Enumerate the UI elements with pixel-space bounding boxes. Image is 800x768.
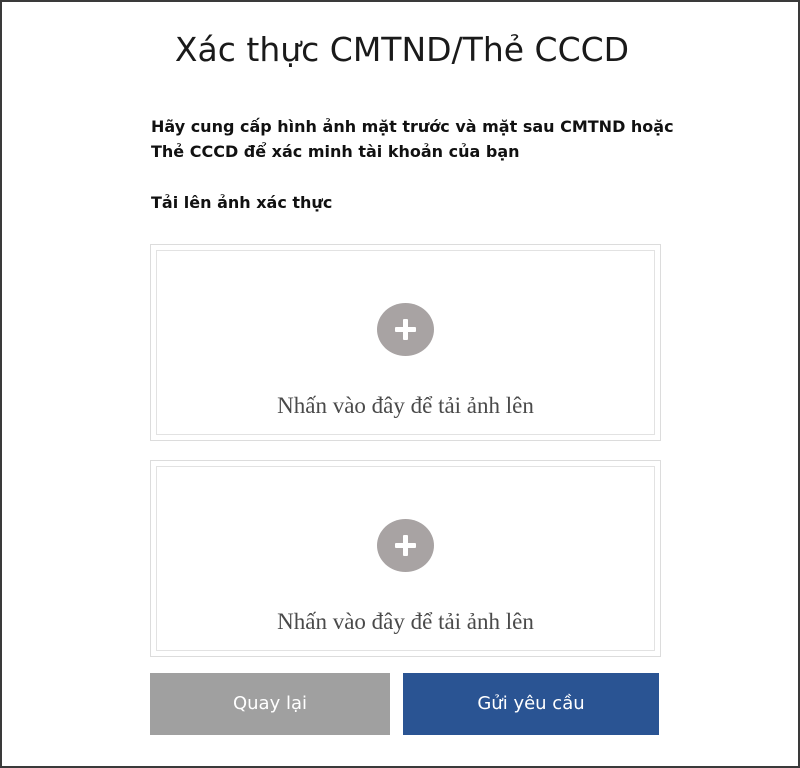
instruction-line-2: Thẻ CCCD để xác minh tài khoản của bạn xyxy=(151,142,520,161)
upload-front-dropzone[interactable]: Nhấn vào đây để tải ảnh lên xyxy=(150,244,661,441)
back-button[interactable]: Quay lại xyxy=(150,673,390,735)
plus-icon xyxy=(376,519,434,572)
upload-heading: Tải lên ảnh xác thực xyxy=(151,193,333,212)
page-frame: Xác thực CMTND/Thẻ CCCD Hãy cung cấp hìn… xyxy=(0,0,800,768)
upload-back-dropzone[interactable]: Nhấn vào đây để tải ảnh lên xyxy=(150,460,661,657)
page-title: Xác thực CMTND/Thẻ CCCD xyxy=(174,30,630,69)
instruction-text: Hãy cung cấp hình ảnh mặt trước và mặt s… xyxy=(151,114,691,164)
plus-icon xyxy=(376,303,434,356)
upload-back-inner: Nhấn vào đây để tải ảnh lên xyxy=(156,466,655,651)
instruction-line-1: Hãy cung cấp hình ảnh mặt trước và mặt s… xyxy=(151,117,674,136)
upload-back-label: Nhấn vào đây để tải ảnh lên xyxy=(277,609,534,634)
upload-front-label: Nhấn vào đây để tải ảnh lên xyxy=(277,393,534,418)
upload-front-inner: Nhấn vào đây để tải ảnh lên xyxy=(156,250,655,435)
submit-request-button[interactable]: Gửi yêu cầu xyxy=(403,673,659,735)
